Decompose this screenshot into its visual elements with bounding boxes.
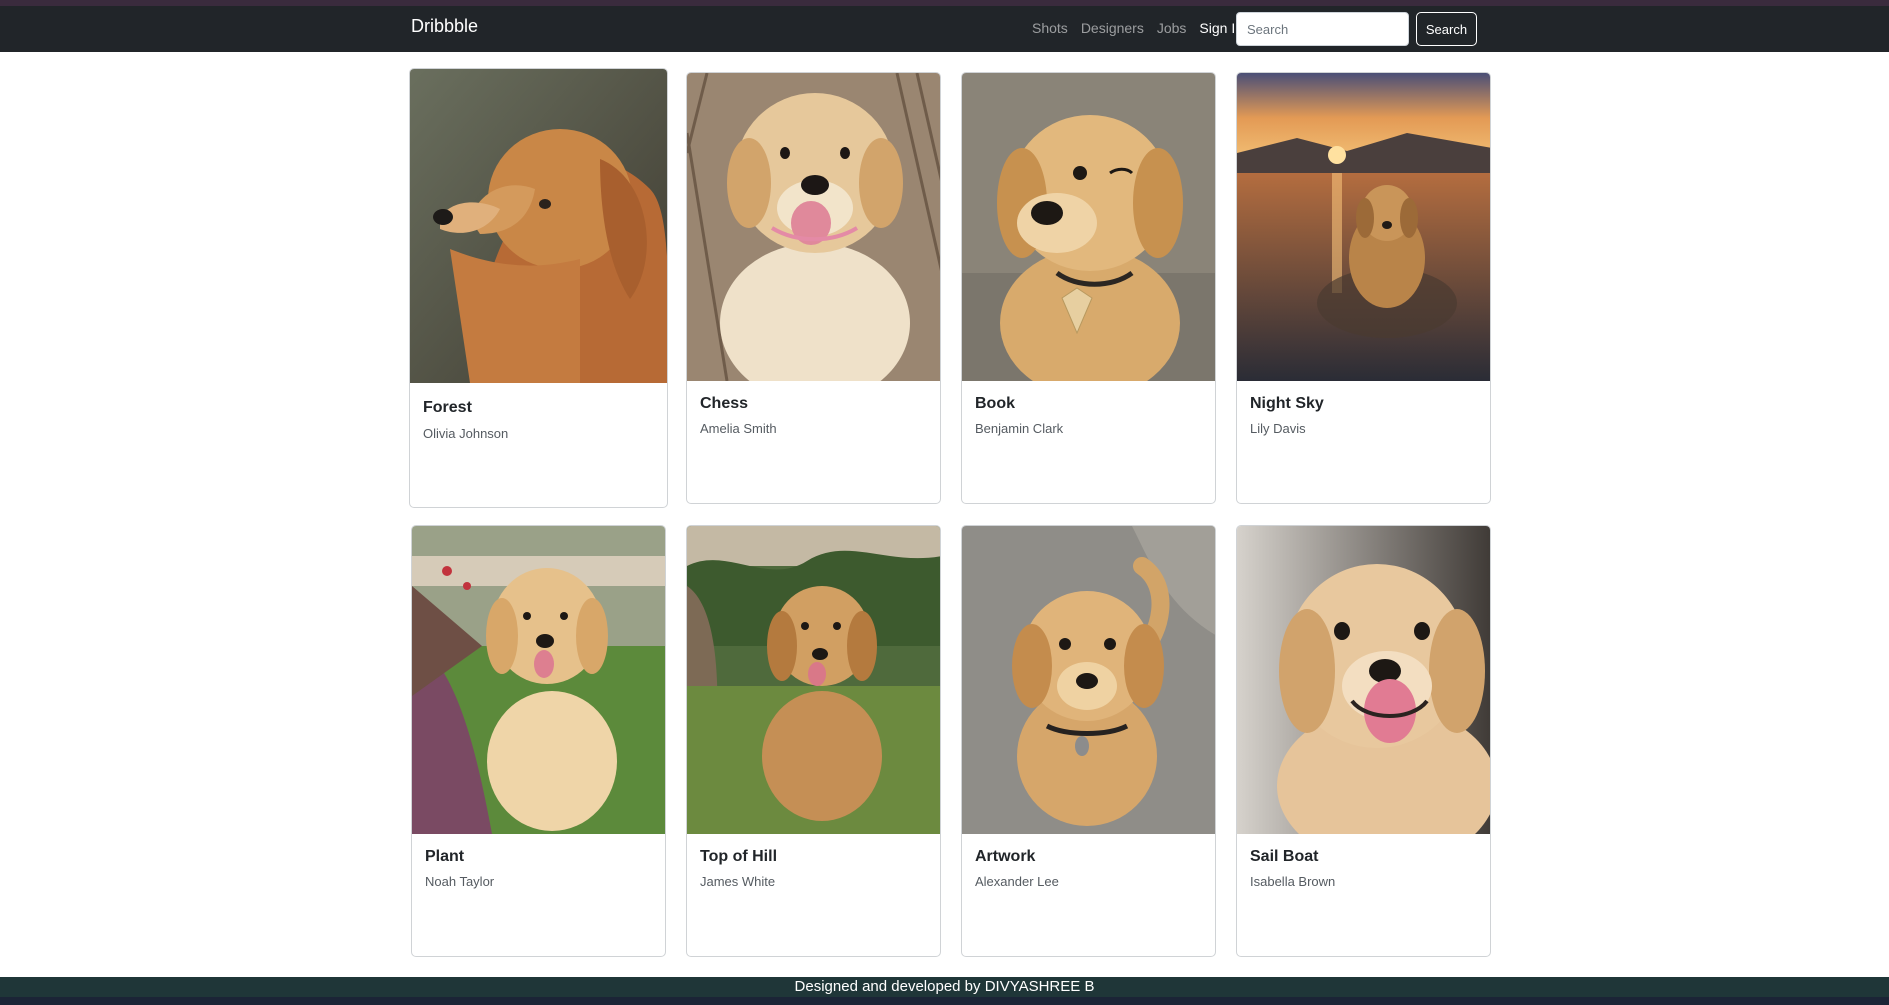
footer: Designed and developed by DIVYASHREE B xyxy=(0,977,1889,997)
card-title: Top of Hill xyxy=(700,848,778,865)
puppy-on-deck-image xyxy=(687,73,940,381)
card-author: Amelia Smith xyxy=(700,421,777,436)
nav-link-jobs[interactable]: Jobs xyxy=(1157,20,1187,36)
card-plant[interactable]: Plant Noah Taylor xyxy=(411,525,666,957)
puppy-winking-image xyxy=(962,73,1215,381)
navbar: Dribbble Shots Designers Jobs Sign In Se… xyxy=(0,6,1889,52)
card-night-sky[interactable]: Night Sky Lily Davis xyxy=(1236,72,1491,504)
card-author: Olivia Johnson xyxy=(423,426,509,441)
card-title: Artwork xyxy=(975,848,1036,865)
card-chess[interactable]: Chess Amelia Smith xyxy=(686,72,941,504)
card-author: Lily Davis xyxy=(1250,421,1306,436)
card-title: Plant xyxy=(425,848,465,865)
nav-link-shots[interactable]: Shots xyxy=(1032,20,1068,36)
card-author: Noah Taylor xyxy=(425,874,495,889)
card-author: Alexander Lee xyxy=(975,874,1059,889)
card-artwork[interactable]: Artwork Alexander Lee xyxy=(961,525,1216,957)
card-title: Chess xyxy=(700,395,749,412)
footer-credit: Designed and developed by DIVYASHREE B xyxy=(794,978,1095,995)
taskbar xyxy=(0,997,1889,1005)
card-title: Book xyxy=(975,395,1015,412)
puppy-smiling-image xyxy=(1237,526,1490,834)
nav-links: Shots Designers Jobs Sign In xyxy=(1032,20,1243,36)
card-author: Benjamin Clark xyxy=(975,421,1064,436)
card-title: Forest xyxy=(423,399,472,416)
puppy-in-garden-image xyxy=(412,526,665,834)
card-title: Sail Boat xyxy=(1250,848,1319,865)
nav-link-designers[interactable]: Designers xyxy=(1081,20,1144,36)
card-sail-boat[interactable]: Sail Boat Isabella Brown xyxy=(1236,525,1491,957)
card-title: Night Sky xyxy=(1250,395,1324,412)
puppy-on-grass-image xyxy=(687,526,940,834)
card-book[interactable]: Book Benjamin Clark xyxy=(961,72,1216,504)
card-author: James White xyxy=(700,874,776,889)
card-forest[interactable]: Forest Olivia Johnson xyxy=(409,68,668,508)
brand-logo[interactable]: Dribbble xyxy=(411,16,478,37)
search-button[interactable]: Search xyxy=(1416,12,1477,46)
search-input[interactable] xyxy=(1236,12,1409,46)
dog-in-lake-sunset-image xyxy=(1237,73,1490,381)
puppy-on-pavement-image xyxy=(962,526,1215,834)
dog-portrait-image xyxy=(410,69,667,383)
card-author: Isabella Brown xyxy=(1250,874,1336,889)
card-top-of-hill[interactable]: Top of Hill James White xyxy=(686,525,941,957)
